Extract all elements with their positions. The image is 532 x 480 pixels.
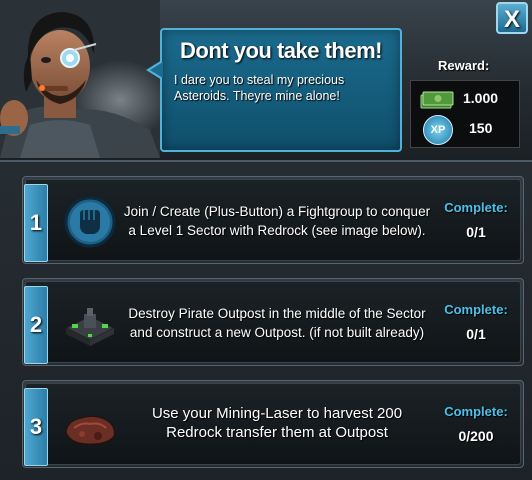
xp-icon: XP xyxy=(423,115,453,145)
task-card-inner: 2 Destroy Pirate Outpost in the middle o… xyxy=(24,281,521,364)
reward-panel: 1.000 XP 150 xyxy=(410,80,520,148)
task-line-2: Redrock transfer them at Outpost xyxy=(166,424,388,441)
task-progress: 0/1 xyxy=(466,224,486,240)
task-card: 1 Join / Create (Plus-Button) a Fightgro… xyxy=(22,176,524,264)
task-progress: 0/200 xyxy=(458,428,494,444)
complete-label: Complete: xyxy=(444,200,508,215)
speech-tail-inner xyxy=(150,62,163,78)
pirate-portrait xyxy=(0,0,160,158)
task-progress: 0/1 xyxy=(466,326,486,342)
task-card-inner: 3 Use your Mining-Laser to harvest 200 R… xyxy=(24,383,521,466)
fist-icon xyxy=(60,192,120,252)
task-line-1: Destroy Pirate Outpost in the middle of … xyxy=(128,306,426,321)
speech-bubble: Dont you take them! I dare you to steal … xyxy=(146,28,402,152)
redrock-icon xyxy=(60,396,120,456)
task-description: Join / Create (Plus-Button) a Fightgroup… xyxy=(122,202,432,240)
outpost-icon xyxy=(60,294,120,354)
reward-money-value: 1.000 xyxy=(463,90,499,106)
task-description: Destroy Pirate Outpost in the middle of … xyxy=(122,304,432,342)
task-card: 3 Use your Mining-Laser to harvest 200 R… xyxy=(22,380,524,468)
task-card-inner: 1 Join / Create (Plus-Button) a Fightgro… xyxy=(24,179,521,262)
task-number: 3 xyxy=(24,388,48,466)
task-description: Use your Mining-Laser to harvest 200 Red… xyxy=(122,404,432,442)
task-line-1: Use your Mining-Laser to harvest 200 xyxy=(151,405,403,422)
reward-xp-value: 150 xyxy=(469,120,493,136)
close-button[interactable]: X xyxy=(496,2,528,34)
task-card: 2 Destroy Pirate Outpost in the middle o… xyxy=(22,278,524,366)
task-line-1: Join / Create (Plus-Button) a Fightgroup… xyxy=(123,204,431,219)
quest-title: Dont you take them! xyxy=(180,38,382,63)
task-number: 2 xyxy=(24,286,48,364)
reward-money-row: 1.000 xyxy=(417,85,515,113)
task-line-2: and construct a new Outpost. (if not bui… xyxy=(129,325,425,340)
task-number: 1 xyxy=(24,184,48,262)
complete-label: Complete: xyxy=(444,404,508,419)
task-line-2: a Level 1 Sector with Redrock (see image… xyxy=(128,223,426,238)
reward-label: Reward: xyxy=(438,58,490,73)
complete-label: Complete: xyxy=(444,302,508,317)
quest-header: Dont you take them! I dare you to steal … xyxy=(0,0,532,162)
reward-xp-row: XP 150 xyxy=(417,115,515,145)
cash-icon xyxy=(419,87,455,116)
quest-description: I dare you to steal my precious Asteroid… xyxy=(174,73,345,103)
